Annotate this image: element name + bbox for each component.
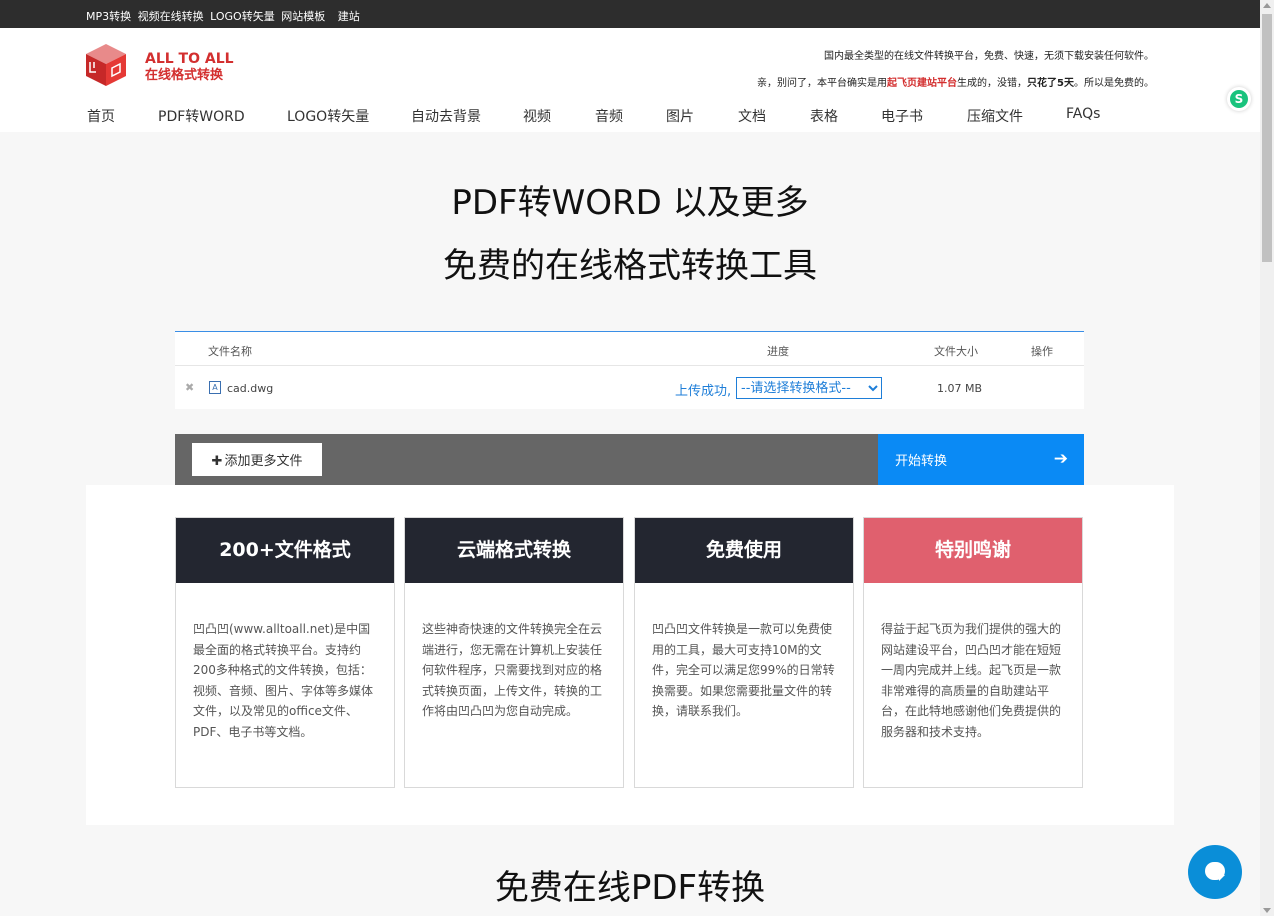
nav-spreadsheet[interactable]: 表格 bbox=[810, 106, 838, 126]
nav-audio[interactable]: 音频 bbox=[595, 106, 623, 126]
slogan-line-1: 国内最全类型的在线文件转换平台，免费、快速，无须下载安装任何软件。 bbox=[824, 51, 1154, 62]
feature-title: 免费使用 bbox=[635, 518, 853, 583]
hero-title-line-1: PDF转WORD 以及更多 bbox=[451, 183, 809, 223]
feature-body: 凹凸凹(www.alltoall.net)是中国最全面的格式转换平台。支持约20… bbox=[193, 622, 374, 739]
add-more-files-label: 添加更多文件 bbox=[224, 454, 303, 469]
remove-file-icon[interactable]: ✖ bbox=[185, 381, 194, 394]
slogan-link-qifeiye[interactable]: 起飞页建站平台 bbox=[887, 78, 957, 89]
features-section: 200+文件格式 凹凸凹(www.alltoall.net)是中国最全面的格式转… bbox=[86, 485, 1174, 825]
brand-cn: 在线格式转换 bbox=[145, 68, 224, 83]
chat-bubble-tail bbox=[1219, 875, 1225, 881]
hero-title-line-2: 免费的在线格式转换工具 bbox=[443, 246, 817, 286]
feature-title: 特别鸣谢 bbox=[864, 518, 1082, 583]
dwg-file-icon: A bbox=[209, 381, 221, 394]
slogan-pre: 亲，别问了，本平台确实是用 bbox=[757, 78, 888, 89]
feature-body: 凹凸凹文件转换是一款可以免费使用的工具，最大可支持10M的文件，完全可以满足您9… bbox=[652, 622, 835, 718]
site-header: ALL TO ALL 在线格式转换 国内最全类型的在线文件转换平台，免费、快速，… bbox=[0, 28, 1260, 132]
slogan-line-2: 亲，别问了，本平台确实是用起飞页建站平台生成的，没错，只花了5天。所以是免费的。 bbox=[757, 74, 1154, 89]
section-title-free-pdf: 免费在线PDF转换 bbox=[494, 868, 766, 908]
scroll-thumb[interactable] bbox=[1262, 14, 1272, 262]
col-action: 操作 bbox=[1031, 345, 1053, 358]
feature-body: 得益于起飞页为我们提供的强大的网站建设平台，凹凸凹才能在短短一周内完成并上线。起… bbox=[881, 622, 1062, 739]
feature-title: 200+文件格式 bbox=[176, 518, 394, 583]
top-link-mp3[interactable]: MP3转换 bbox=[86, 10, 131, 23]
action-bar: ✚ 添加更多文件 bbox=[175, 434, 878, 485]
nav-ebook[interactable]: 电子书 bbox=[881, 106, 923, 126]
format-select[interactable]: --请选择转换格式-- bbox=[736, 377, 882, 399]
feature-card-cloud: 云端格式转换 这些神奇快速的文件转换完全在云端进行，您无需在计算机上安装任何软件… bbox=[404, 517, 624, 788]
slogan-mid: 生成的，没错， bbox=[957, 78, 1028, 89]
feature-card-formats: 200+文件格式 凹凸凹(www.alltoall.net)是中国最全面的格式转… bbox=[175, 517, 395, 788]
plus-icon: ✚ bbox=[211, 454, 223, 469]
s-logo-icon: S bbox=[1230, 90, 1248, 108]
nav-image[interactable]: 图片 bbox=[666, 106, 694, 126]
arrow-right-icon: ➔ bbox=[1053, 449, 1068, 469]
file-size: 1.07 MB bbox=[937, 382, 983, 395]
brand-en: ALL TO ALL bbox=[145, 51, 234, 67]
scroll-up-icon[interactable] bbox=[1263, 3, 1271, 8]
main-nav: 首页 PDF转WORD LOGO转矢量 自动去背景 视频 音频 图片 文档 表格… bbox=[0, 106, 1260, 130]
top-link-template[interactable]: 网站模板 bbox=[281, 10, 325, 23]
feature-title: 云端格式转换 bbox=[405, 518, 623, 583]
start-convert-label: 开始转换 bbox=[895, 454, 948, 469]
file-table: 文件名称 进度 文件大小 操作 ✖ A cad.dwg 上传成功, --请选择转… bbox=[175, 331, 1084, 409]
extension-badge[interactable]: S bbox=[1227, 87, 1251, 111]
nav-remove-bg[interactable]: 自动去背景 bbox=[411, 106, 481, 126]
feature-card-thanks: 特别鸣谢 得益于起飞页为我们提供的强大的网站建设平台，凹凸凹才能在短短一周内完成… bbox=[863, 517, 1083, 788]
nav-document[interactable]: 文档 bbox=[738, 106, 766, 126]
file-table-header: 文件名称 进度 文件大小 操作 bbox=[175, 332, 1084, 366]
logo-cube-icon[interactable] bbox=[84, 42, 128, 88]
add-more-files-button[interactable]: ✚ 添加更多文件 bbox=[192, 443, 322, 476]
nav-logo-vector[interactable]: LOGO转矢量 bbox=[287, 106, 369, 126]
top-link-build[interactable]: 建站 bbox=[338, 10, 360, 23]
slogan-bold: 只花了5天 bbox=[1027, 78, 1074, 89]
chat-button[interactable] bbox=[1188, 845, 1242, 899]
brand-name[interactable]: ALL TO ALL 在线格式转换 bbox=[145, 51, 234, 84]
file-name: cad.dwg bbox=[227, 382, 274, 395]
nav-home[interactable]: 首页 bbox=[87, 106, 115, 126]
nav-faqs[interactable]: FAQs bbox=[1066, 106, 1100, 122]
file-row: ✖ A cad.dwg 上传成功, --请选择转换格式-- 1.07 MB bbox=[175, 367, 1084, 409]
col-filename: 文件名称 bbox=[208, 345, 252, 358]
slogan-post: 。所以是免费的。 bbox=[1074, 78, 1154, 89]
page-scrollbar[interactable] bbox=[1260, 0, 1274, 916]
feature-card-free: 免费使用 凹凸凹文件转换是一款可以免费使用的工具，最大可支持10M的文件，完全可… bbox=[634, 517, 854, 788]
upload-status: 上传成功, bbox=[675, 384, 732, 399]
start-convert-button[interactable]: 开始转换 ➔ bbox=[878, 434, 1084, 485]
nav-archive[interactable]: 压缩文件 bbox=[967, 106, 1023, 126]
nav-video[interactable]: 视频 bbox=[523, 106, 551, 126]
scroll-down-icon[interactable] bbox=[1263, 908, 1271, 913]
top-link-video[interactable]: 视频在线转换 bbox=[138, 10, 204, 23]
col-size: 文件大小 bbox=[934, 345, 978, 358]
top-bar: MP3转换 视频在线转换 LOGO转矢量 网站模板 建站 bbox=[0, 0, 1260, 28]
col-progress: 进度 bbox=[767, 345, 789, 358]
nav-pdf-to-word[interactable]: PDF转WORD bbox=[158, 106, 245, 126]
feature-body: 这些神奇快速的文件转换完全在云端进行，您无需在计算机上安装任何软件程序，只需要找… bbox=[422, 622, 603, 718]
top-links: MP3转换 视频在线转换 LOGO转矢量 网站模板 建站 bbox=[86, 8, 363, 24]
top-link-logo[interactable]: LOGO转矢量 bbox=[210, 10, 275, 23]
